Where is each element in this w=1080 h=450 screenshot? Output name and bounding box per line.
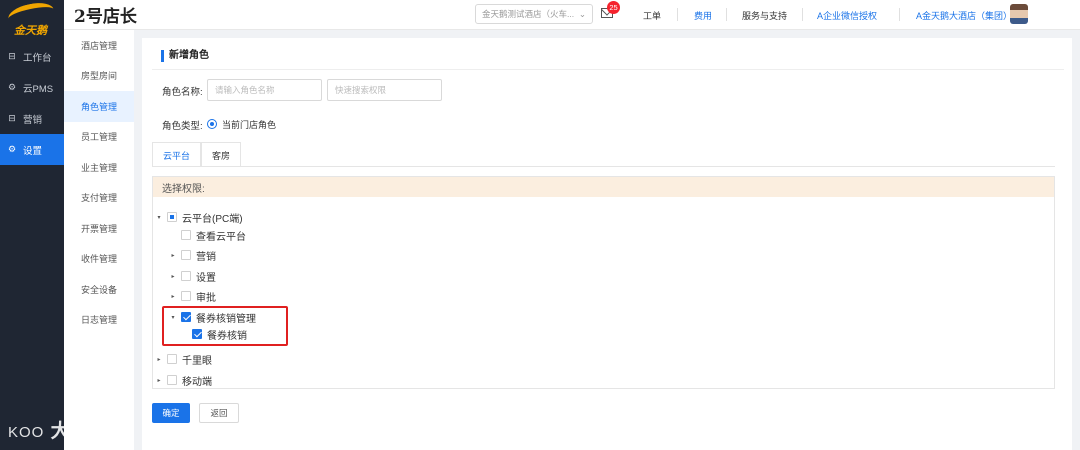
workbench-icon: ⊟ (8, 51, 16, 61)
watermark-text: 大数跨境 (50, 421, 131, 442)
subnav-item-invoice[interactable]: 开票管理 (64, 213, 134, 244)
subnav-item-hotel[interactable]: 酒店管理 (64, 30, 134, 61)
tree-row-settings[interactable]: ▸ 设置 (170, 268, 216, 284)
caret-down-icon[interactable]: ▾ (156, 214, 162, 221)
divider (152, 166, 1055, 167)
subnav-item-room-types[interactable]: 房型房间 (64, 61, 134, 92)
checkbox[interactable] (167, 375, 177, 385)
tree-label: 设置 (196, 272, 216, 284)
highlight-box (162, 306, 288, 346)
caret-right-icon[interactable]: ▸ (156, 377, 162, 384)
panel-title: 新增角色 (161, 50, 209, 62)
subnav-item-roles[interactable]: 角色管理 (64, 91, 134, 122)
checkbox[interactable] (181, 230, 191, 240)
divider (899, 8, 900, 21)
checkbox[interactable] (167, 212, 177, 222)
marketing-icon: ⊟ (8, 113, 16, 123)
sidebar-item-label: 工作台 (23, 52, 52, 64)
divider (802, 8, 803, 21)
role-name-input[interactable]: 请输入角色名称 (207, 79, 322, 101)
main-sidebar: 金天鹅 ⊟ 工作台 ⚙ 云PMS ⊟ 营销 ⚙ 设置 (0, 0, 64, 450)
role-name-label: 角色名称: (162, 87, 203, 98)
permission-header: 选择权限: (153, 177, 1054, 197)
checkbox[interactable] (181, 250, 191, 260)
sidebar-item-workbench[interactable]: ⊟ 工作台 (0, 41, 64, 72)
workorder-link[interactable]: 工单 (643, 9, 661, 22)
watermark-logo-icon: KOO (8, 424, 45, 441)
group-hotel-link[interactable]: A金天鹅大酒店（集团） (916, 9, 1012, 22)
tab-cloud-platform[interactable]: 云平台 (152, 142, 201, 167)
add-role-panel: 新增角色 角色名称: 请输入角色名称 快速搜索权限 角色类型: 当前门店角色 云… (142, 38, 1072, 450)
divider (726, 8, 727, 21)
settings-subnav: 酒店管理 房型房间 角色管理 员工管理 业主管理 支付管理 开票管理 收件管理 … (64, 30, 134, 450)
checkbox[interactable] (167, 354, 177, 364)
subnav-item-owners[interactable]: 业主管理 (64, 152, 134, 183)
caret-right-icon[interactable]: ▸ (156, 356, 162, 363)
tab-guest-room[interactable]: 客房 (201, 142, 241, 167)
tree-row-view-cloud[interactable]: 查看云平台 (170, 227, 246, 243)
back-button[interactable]: 返回 (199, 403, 239, 423)
hotel-select[interactable]: 金天鹅测试酒店（火车... ⌄ (475, 4, 593, 24)
tree-row-approval[interactable]: ▸ 审批 (170, 288, 216, 304)
divider (677, 8, 678, 21)
tree-row-cloud-platform[interactable]: ▾ 云平台(PC端) (156, 209, 243, 225)
divider (152, 69, 1064, 70)
subnav-item-staff[interactable]: 员工管理 (64, 122, 134, 153)
checkbox[interactable] (181, 271, 191, 281)
tree-label: 查看云平台 (196, 231, 246, 243)
wechat-auth-link[interactable]: A企业微信授权 (817, 9, 877, 22)
brand-logo[interactable]: 金天鹅 (0, 0, 64, 37)
top-header: 2号店长 金天鹅测试酒店（火车... ⌄ 25 工单 费用 服务与支持 A企业微… (64, 0, 1080, 30)
checkbox[interactable] (181, 291, 191, 301)
tree-label: 云平台(PC端) (182, 213, 243, 225)
settings-gear-icon: ⚙ (7, 144, 17, 154)
tree-row-mobile[interactable]: ▸ 移动端 (156, 372, 212, 388)
subnav-item-logs[interactable]: 日志管理 (64, 305, 134, 336)
caret-right-icon[interactable]: ▸ (170, 252, 176, 259)
sidebar-item-label: 设置 (23, 145, 43, 157)
tree-row-marketing[interactable]: ▸ 营销 (170, 247, 216, 263)
permission-search-input[interactable]: 快速搜索权限 (327, 79, 442, 101)
role-type-radio[interactable] (207, 119, 217, 129)
permission-tree-box: 选择权限: (152, 176, 1055, 389)
tree-label: 移动端 (182, 376, 212, 388)
mail-badge: 25 (607, 1, 620, 14)
app-title: 2号店长 (74, 7, 137, 27)
sidebar-item-marketing[interactable]: ⊟ 营销 (0, 103, 64, 134)
support-link[interactable]: 服务与支持 (742, 9, 787, 22)
tree-label: 千里眼 (182, 355, 212, 367)
sidebar-item-cloud-pms[interactable]: ⚙ 云PMS (0, 72, 64, 103)
role-type-option[interactable]: 当前门店角色 (222, 118, 276, 131)
watermark: KOO 大数跨境 (8, 416, 131, 443)
caret-right-icon[interactable]: ▸ (170, 293, 176, 300)
chevron-down-icon: ⌄ (578, 8, 586, 19)
sidebar-item-label: 营销 (23, 114, 43, 126)
sidebar-item-label: 云PMS (23, 83, 54, 95)
avatar[interactable] (1010, 4, 1028, 24)
tree-row-qianliyan[interactable]: ▸ 千里眼 (156, 351, 212, 367)
subnav-item-payment[interactable]: 支付管理 (64, 183, 134, 214)
confirm-button[interactable]: 确定 (152, 403, 190, 423)
subnav-item-mail[interactable]: 收件管理 (64, 244, 134, 275)
role-type-label: 角色类型: (162, 121, 203, 132)
tree-label: 营销 (196, 251, 216, 263)
subnav-item-security[interactable]: 安全设备 (64, 274, 134, 305)
tree-label: 审批 (196, 292, 216, 304)
caret-right-icon[interactable]: ▸ (170, 273, 176, 280)
cloud-pms-icon: ⚙ (7, 82, 17, 92)
logo-text: 金天鹅 (14, 25, 47, 37)
fee-link[interactable]: 费用 (694, 9, 712, 22)
hotel-select-value: 金天鹅测试酒店（火车... (482, 9, 575, 19)
sidebar-item-settings[interactable]: ⚙ 设置 (0, 134, 64, 165)
